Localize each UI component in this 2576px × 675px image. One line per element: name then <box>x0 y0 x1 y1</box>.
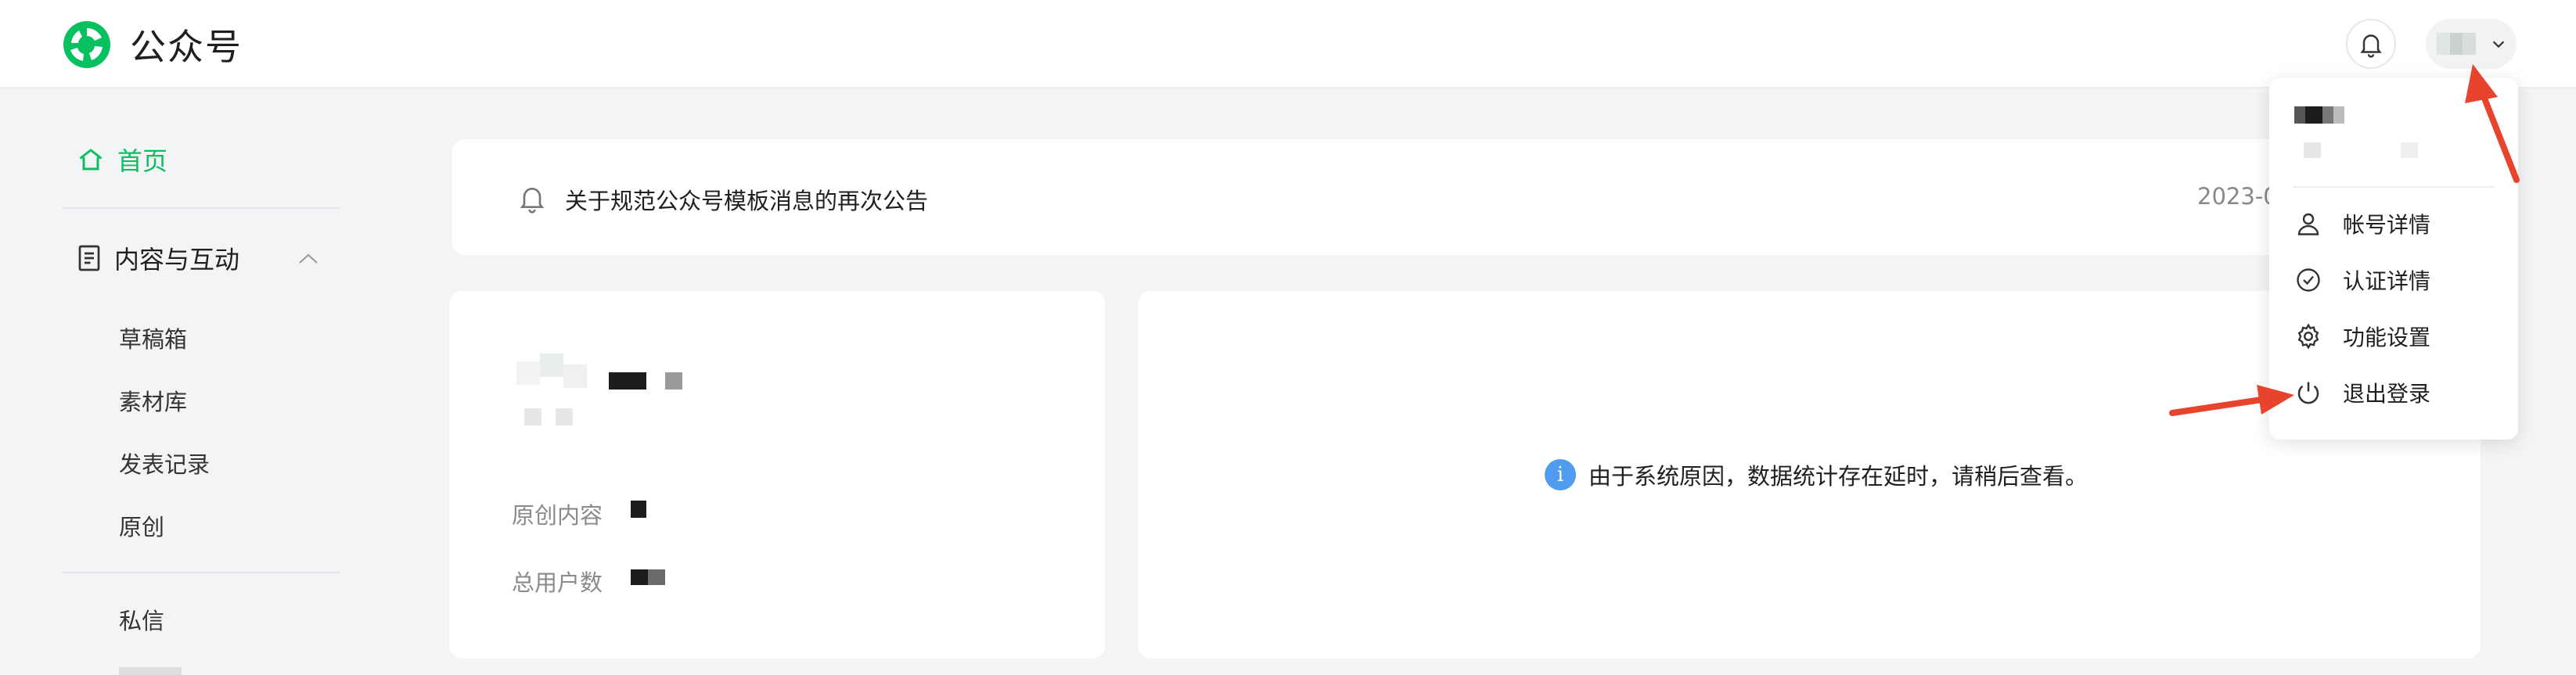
sidebar-item-library[interactable]: 素材库 <box>119 384 187 417</box>
stat-label-users: 总用户数 <box>512 569 603 596</box>
menu-item-label: 认证详情 <box>2343 268 2431 294</box>
sidebar-divider <box>63 207 340 209</box>
check-circle-icon <box>2297 268 2320 292</box>
stat-label-original: 原创内容 <box>512 502 603 529</box>
top-bar: 公众号 <box>0 0 2576 88</box>
menu-item-account-details[interactable]: 帐号详情 <box>2294 208 2430 239</box>
stat-value-users <box>648 569 665 585</box>
home-icon <box>79 149 103 171</box>
document-icon <box>78 245 100 271</box>
power-icon <box>2297 382 2319 404</box>
menu-item-logout[interactable]: 退出登录 <box>2294 377 2430 408</box>
delay-message: i 由于系统原因，数据统计存在延时，请稍后查看。 <box>1545 458 2088 491</box>
bell-icon <box>2360 34 2382 58</box>
stat-value-users <box>631 569 648 585</box>
menu-item-label: 退出登录 <box>2343 381 2431 407</box>
menu-item-verification[interactable]: 认证详情 <box>2294 264 2430 296</box>
notice-title[interactable]: 关于规范公众号模板消息的再次公告 <box>565 183 928 216</box>
sidebar-item-messages[interactable]: 私信 <box>119 603 164 636</box>
dropdown-divider <box>2293 186 2495 188</box>
gear-icon <box>2297 323 2319 350</box>
sidebar-group-content[interactable]: 内容与互动 <box>77 240 318 276</box>
sidebar-item-original[interactable]: 原创 <box>119 509 164 542</box>
chevron-up-icon <box>299 253 318 264</box>
user-icon <box>2297 213 2319 235</box>
notice-date: 2023-0 <box>2197 183 2278 210</box>
sidebar-item-published[interactable]: 发表记录 <box>119 447 210 479</box>
menu-item-settings[interactable]: 功能设置 <box>2294 321 2430 352</box>
sidebar-item-home[interactable]: 首页 <box>77 142 167 178</box>
bell-icon <box>520 188 545 214</box>
account-name-extra <box>665 372 682 390</box>
sidebar-group-label: 内容与互动 <box>114 245 240 275</box>
sidebar: 首页 内容与互动 草稿箱 素材库 发表记录 原创 私信 <box>0 90 368 675</box>
notice-bar[interactable]: 关于规范公众号模板消息的再次公告 2023-0 <box>452 139 2479 255</box>
delay-message-text: 由于系统原因，数据统计存在延时，请稍后查看。 <box>1588 463 2089 490</box>
menu-item-label: 功能设置 <box>2343 325 2431 350</box>
logo[interactable]: 公众号 <box>61 19 243 70</box>
avatar <box>2437 33 2477 55</box>
wechat-mp-logo-icon <box>63 21 110 68</box>
account-menu-button[interactable] <box>2426 19 2517 69</box>
sidebar-divider <box>63 572 340 573</box>
info-icon: i <box>1545 459 1576 490</box>
chevron-down-icon <box>2492 41 2505 48</box>
notifications-button[interactable] <box>2346 19 2396 69</box>
account-card: 原创内容 总用户数 <box>449 291 1105 659</box>
menu-item-label: 帐号详情 <box>2343 212 2431 238</box>
app-name: 公众号 <box>130 26 243 68</box>
sidebar-item-label: 首页 <box>117 146 168 176</box>
stat-value-original <box>631 501 646 518</box>
account-name <box>609 372 646 390</box>
account-dropdown: 帐号详情 认证详情 功能设置 退出登录 <box>2269 78 2518 440</box>
sidebar-item-drafts[interactable]: 草稿箱 <box>119 321 187 354</box>
